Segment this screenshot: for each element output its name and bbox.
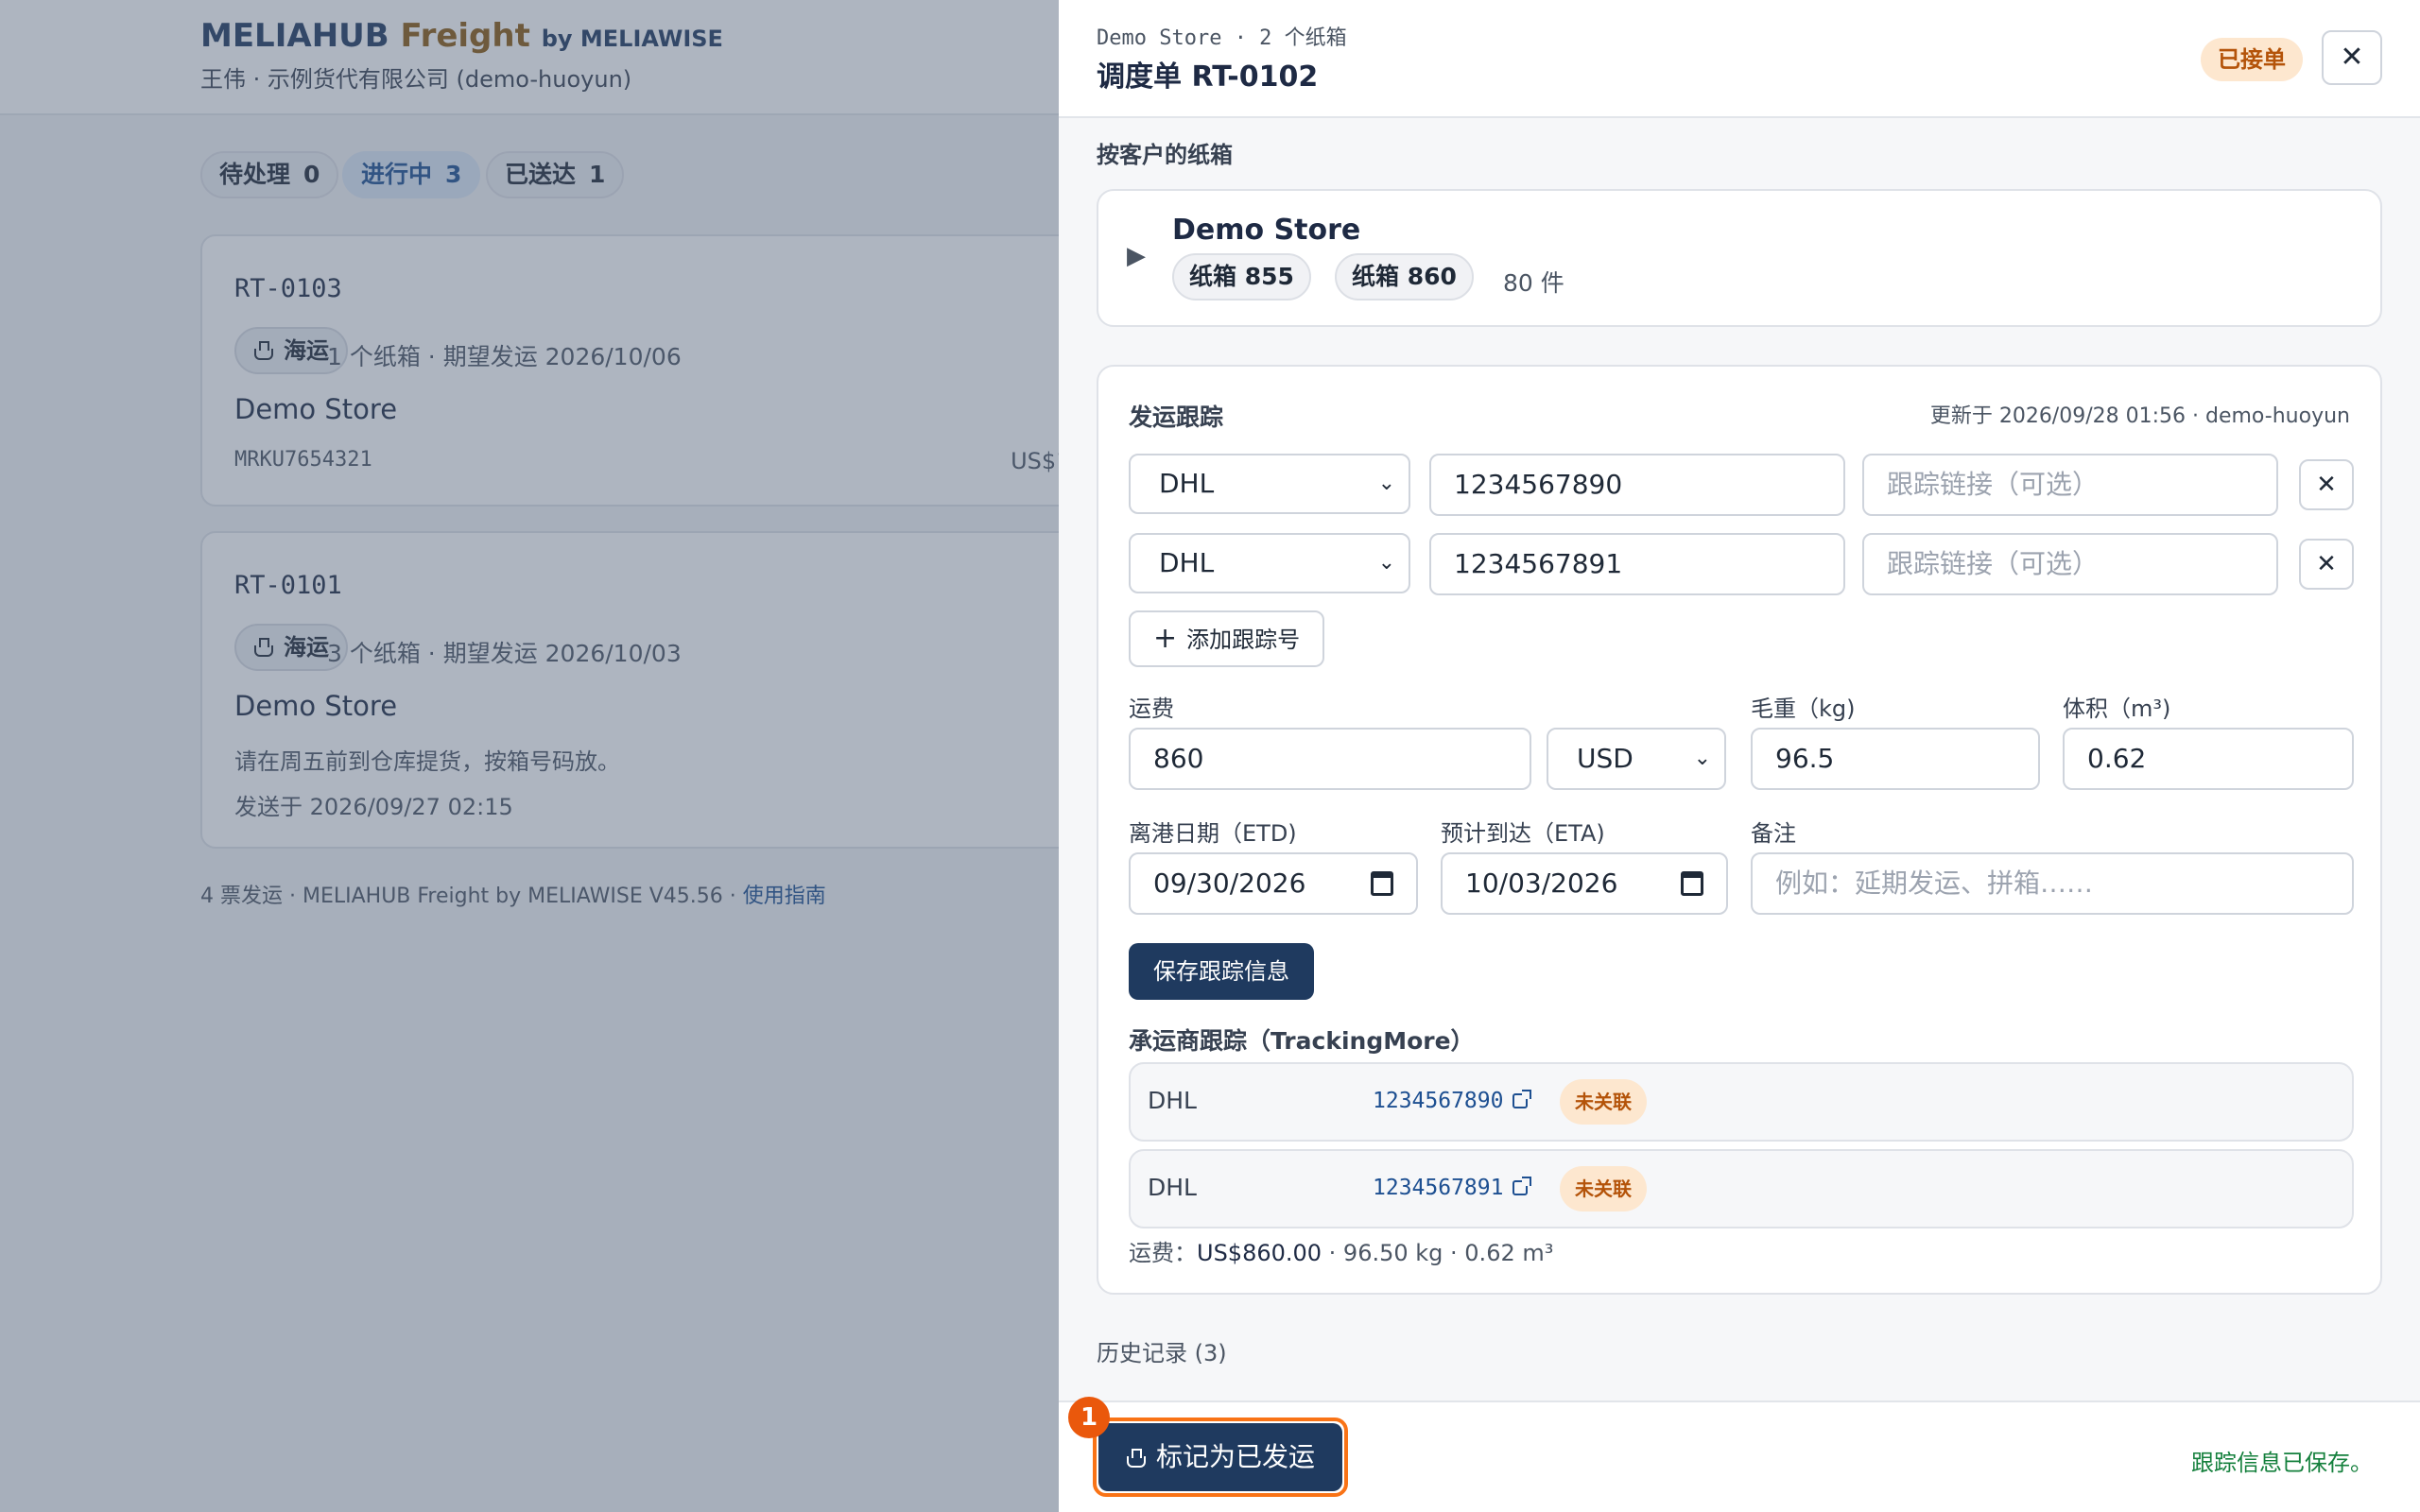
chevron-down-icon: ⌄	[1693, 747, 1711, 770]
eta-date-input[interactable]: 10/03/2026	[1441, 852, 1728, 915]
close-button[interactable]: ✕	[2322, 30, 2382, 85]
volume-input[interactable]: 0.62	[2063, 728, 2354, 790]
calendar-icon[interactable]	[1681, 871, 1703, 896]
ship-icon	[1126, 1448, 1147, 1469]
step-marker: 1	[1068, 1397, 1110, 1438]
chevron-down-icon: ⌄	[1377, 472, 1395, 495]
cost-summary: 运费：US$860.00 · 96.50 kg · 0.62 m³	[1129, 1240, 1554, 1266]
external-link-icon	[1512, 1177, 1532, 1195]
carrier-name: DHL	[1148, 1174, 1197, 1201]
weight-label: 毛重（kg)	[1751, 696, 1856, 722]
plus-icon: +	[1153, 622, 1178, 655]
freight-label: 运费	[1129, 696, 1174, 722]
etd-date-input[interactable]: 09/30/2026	[1129, 852, 1418, 915]
etd-label: 离港日期（ETD)	[1129, 820, 1297, 847]
link-status-badge: 未关联	[1560, 1166, 1647, 1211]
drawer-header: Demo Store · 2 个纸箱 调度单 RT-0102 已接单 ✕	[1059, 0, 2420, 118]
remove-tracking-button[interactable]: ✕	[2299, 539, 2354, 590]
add-tracking-button[interactable]: + 添加跟踪号	[1129, 610, 1325, 667]
carton-chip: 纸箱 855	[1172, 253, 1311, 301]
drawer-subtitle: Demo Store · 2 个纸箱	[1097, 26, 1347, 50]
item-count: 80 件	[1503, 269, 1564, 297]
remove-tracking-button[interactable]: ✕	[2299, 459, 2354, 510]
tracking-panel: 发运跟踪 更新于 2026/09/28 01:56 · demo-huoyun …	[1097, 365, 2382, 1295]
close-icon: ✕	[2316, 550, 2337, 578]
customer-section-label: 按客户的纸箱	[1097, 142, 1233, 168]
drawer-footer: 标记为已发运 1 跟踪信息已保存。	[1059, 1397, 2420, 1512]
carrier-tracking-title: 承运商跟踪（TrackingMore）	[1129, 1027, 1475, 1055]
customer-name: Demo Store	[1172, 214, 1361, 247]
eta-label: 预计到达（ETA)	[1441, 820, 1605, 847]
chevron-down-icon: ⌄	[1377, 551, 1395, 575]
tracking-title: 发运跟踪	[1129, 404, 1224, 431]
carrier-select[interactable]: DHL ⌄	[1129, 533, 1410, 593]
updated-info: 更新于 2026/09/28 01:56 · demo-huoyun	[1929, 404, 2350, 428]
tracking-link-input[interactable]: 跟踪链接（可选）	[1862, 533, 2278, 595]
carrier-name: DHL	[1148, 1087, 1197, 1114]
carrier-tracking-row: DHL 1234567891 未关联	[1129, 1149, 2354, 1228]
tracking-number-input[interactable]: 1234567890	[1429, 454, 1845, 516]
dispatch-drawer: Demo Store · 2 个纸箱 调度单 RT-0102 已接单 ✕ 按客户…	[1059, 0, 2420, 1512]
volume-label: 体积（m³)	[2063, 696, 2171, 722]
save-success-message: 跟踪信息已保存。	[2191, 1450, 2373, 1476]
currency-select[interactable]: USD ⌄	[1547, 728, 1726, 790]
expand-toggle-icon[interactable]: ▶	[1127, 242, 1146, 270]
carrier-tracking-row: DHL 1234567890 未关联	[1129, 1062, 2354, 1142]
freight-input[interactable]: 860	[1129, 728, 1531, 790]
tracking-link[interactable]: 1234567891	[1373, 1176, 1532, 1200]
link-status-badge: 未关联	[1560, 1079, 1647, 1125]
save-tracking-button[interactable]: 保存跟踪信息	[1129, 943, 1314, 1000]
calendar-icon[interactable]	[1371, 871, 1393, 896]
status-badge: 已接单	[2201, 38, 2303, 81]
tracking-link[interactable]: 1234567890	[1373, 1089, 1532, 1113]
drawer-title: 调度单 RT-0102	[1097, 60, 1319, 94]
tracking-number-input[interactable]: 1234567891	[1429, 533, 1845, 595]
notes-label: 备注	[1751, 820, 1796, 847]
carton-chip: 纸箱 860	[1335, 253, 1474, 301]
close-icon: ✕	[2340, 41, 2364, 74]
close-icon: ✕	[2316, 471, 2337, 499]
weight-input[interactable]: 96.5	[1751, 728, 2040, 790]
mark-shipped-button[interactable]: 标记为已发运	[1098, 1423, 1342, 1491]
customer-group: ▶ Demo Store 纸箱 855 纸箱 860 80 件	[1097, 189, 2382, 327]
tracking-link-input[interactable]: 跟踪链接（可选）	[1862, 454, 2278, 516]
carrier-select[interactable]: DHL ⌄	[1129, 454, 1410, 514]
external-link-icon	[1512, 1090, 1532, 1108]
history-toggle[interactable]: 历史记录 (3)	[1097, 1334, 1227, 1367]
notes-input[interactable]: 例如：延期发运、拼箱……	[1751, 852, 2354, 915]
